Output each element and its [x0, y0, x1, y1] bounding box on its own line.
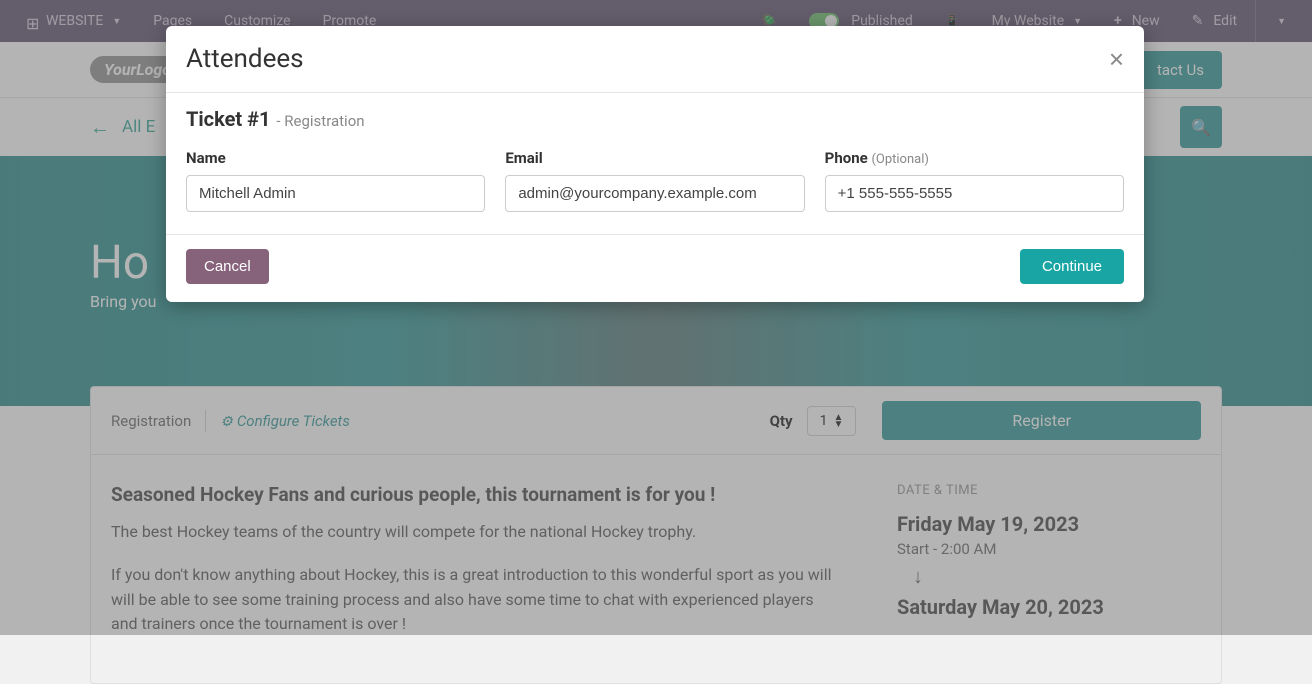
- phone-optional-text: (Optional): [871, 152, 928, 167]
- modal-body: Ticket #1 - Registration Name Email Phon…: [166, 93, 1144, 234]
- modal-footer: Cancel Continue: [166, 234, 1144, 302]
- phone-label: Phone (Optional): [825, 149, 1124, 167]
- email-label: Email: [505, 149, 804, 167]
- continue-button[interactable]: Continue: [1020, 249, 1124, 284]
- attendees-modal: Attendees × Ticket #1 - Registration Nam…: [166, 26, 1144, 302]
- modal-header: Attendees ×: [166, 26, 1144, 93]
- email-input[interactable]: [505, 175, 804, 212]
- phone-input[interactable]: [825, 175, 1124, 212]
- phone-label-text: Phone: [825, 149, 868, 167]
- ticket-heading: Ticket #1: [186, 107, 270, 131]
- name-label: Name: [186, 149, 485, 167]
- ticket-subheading: - Registration: [276, 112, 364, 130]
- cancel-button[interactable]: Cancel: [186, 249, 269, 284]
- close-button[interactable]: ×: [1109, 46, 1124, 72]
- modal-title: Attendees: [186, 44, 304, 74]
- name-input[interactable]: [186, 175, 485, 212]
